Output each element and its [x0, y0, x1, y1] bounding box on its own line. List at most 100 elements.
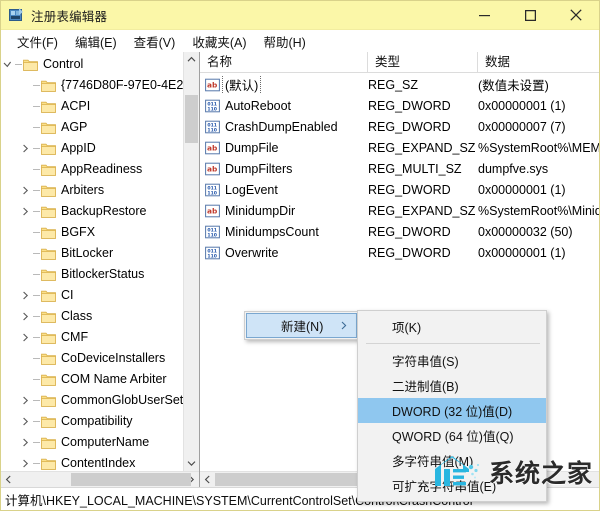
value-row[interactable]: 011 110 Overwrite REG_DWORD 0x00000001 (1): [200, 242, 599, 263]
value-row[interactable]: ab DumpFile REG_EXPAND_SZ %SystemRoot%\MEM: [200, 137, 599, 158]
value-data: dumpfve.sys: [478, 161, 549, 176]
tree-guide: [32, 369, 41, 390]
registry-tree-pane: Control {7746D80F-97E0-4E26- ACPI AGP AppID A…: [1, 52, 200, 487]
chevron-right-icon[interactable]: [19, 285, 32, 306]
value-row[interactable]: ab DumpFilters REG_MULTI_SZ dumpfve.sys: [200, 158, 599, 179]
value-name: MinidumpDir: [225, 203, 296, 218]
menu-file[interactable]: 文件(F): [9, 30, 67, 53]
close-button[interactable]: [553, 1, 599, 29]
tree-guide: [32, 285, 41, 306]
tree-vertical-scrollbar[interactable]: [183, 52, 199, 471]
tree-node[interactable]: {7746D80F-97E0-4E26-: [1, 75, 183, 96]
tree-node[interactable]: CI: [1, 285, 183, 306]
tree-node[interactable]: CMF: [1, 327, 183, 348]
context-menu[interactable]: 新建(N): [244, 311, 359, 340]
column-header-data[interactable]: 数据: [478, 52, 599, 72]
tree-guide: [32, 222, 41, 243]
menu-edit[interactable]: 编辑(E): [67, 30, 126, 53]
submenu-item[interactable]: 二进制值(B): [358, 373, 546, 398]
tree-node[interactable]: AppReadiness: [1, 159, 183, 180]
value-row[interactable]: 011 110 MinidumpsCount REG_DWORD 0x00000032 …: [200, 221, 599, 242]
tree-node-label: ComputerName: [61, 435, 150, 449]
chevron-down-icon[interactable]: [184, 456, 199, 471]
context-submenu-new[interactable]: 项(K) 字符串值(S) 二进制值(B) DWORD (32 位)值(D) QWORD …: [357, 310, 547, 502]
column-header-name[interactable]: 名称: [200, 52, 368, 72]
value-row[interactable]: ab MinidumpDir REG_EXPAND_SZ %SystemRoot%\M…: [200, 200, 599, 221]
chevron-right-icon[interactable]: [19, 432, 32, 453]
submenu-item[interactable]: DWORD (32 位)值(D): [358, 398, 546, 423]
chevron-right-icon[interactable]: [19, 138, 32, 159]
chevron-right-icon[interactable]: [19, 201, 32, 222]
tree-node-label: Arbiters: [61, 183, 105, 197]
dword-value-icon: 011 110: [205, 120, 220, 134]
tree-node[interactable]: ComputerName: [1, 432, 183, 453]
folder-icon: [41, 331, 56, 344]
submenu-separator: [366, 343, 540, 344]
chevron-right-icon[interactable]: [19, 180, 32, 201]
tree-node[interactable]: BackupRestore: [1, 201, 183, 222]
tree-node[interactable]: BitlockerStatus: [1, 264, 183, 285]
tree-hscroll-track[interactable]: [16, 472, 191, 487]
tree-node[interactable]: ACPI: [1, 96, 183, 117]
tree-node-label: AppID: [61, 141, 96, 155]
tree-scrollbar-track[interactable]: [184, 67, 199, 456]
chevron-right-icon[interactable]: [19, 390, 32, 411]
chevron-right-icon[interactable]: [19, 306, 32, 327]
tree-node[interactable]: BitLocker: [1, 243, 183, 264]
chevron-right-icon[interactable]: [19, 327, 32, 348]
menu-favorites[interactable]: 收藏夹(A): [184, 30, 255, 53]
menu-bar: 文件(F) 编辑(E) 查看(V) 收藏夹(A) 帮助(H): [1, 30, 599, 52]
tree-hscroll-thumb[interactable]: [71, 473, 191, 486]
tree-node-label: BitlockerStatus: [61, 267, 145, 281]
tree-node[interactable]: COM Name Arbiter: [1, 369, 183, 390]
value-row[interactable]: 011 110 AutoReboot REG_DWORD 0x00000001 (1): [200, 95, 599, 116]
value-row[interactable]: 011 110 LogEvent REG_DWORD 0x00000001 (1): [200, 179, 599, 200]
window-controls: [461, 1, 599, 29]
tree-node[interactable]: AppID: [1, 138, 183, 159]
value-type: REG_DWORD: [368, 98, 451, 113]
tree-node[interactable]: CoDeviceInstallers: [1, 348, 183, 369]
submenu-item[interactable]: 多字符串值(M): [358, 448, 546, 473]
tree-node-label: CoDeviceInstallers: [61, 351, 166, 365]
menu-view[interactable]: 查看(V): [126, 30, 185, 53]
tree-node-label: BackupRestore: [61, 204, 147, 218]
maximize-button[interactable]: [507, 1, 553, 29]
chevron-down-icon[interactable]: [1, 54, 14, 75]
minimize-button[interactable]: [461, 1, 507, 29]
tree-node[interactable]: CommonGlobUserSett: [1, 390, 183, 411]
tree-node-label: BGFX: [61, 225, 96, 239]
tree-node[interactable]: BGFX: [1, 222, 183, 243]
tree-node[interactable]: Class: [1, 306, 183, 327]
submenu-item[interactable]: 字符串值(S): [358, 348, 546, 373]
chevron-right-icon[interactable]: [19, 411, 32, 432]
tree-scrollbar-thumb[interactable]: [185, 95, 198, 143]
tree-node-label: ContentIndex: [61, 456, 136, 470]
tree-node[interactable]: ContentIndex: [1, 453, 183, 471]
menu-help[interactable]: 帮助(H): [255, 30, 314, 53]
value-name: AutoReboot: [225, 98, 292, 113]
registry-tree[interactable]: Control {7746D80F-97E0-4E26- ACPI AGP AppID A…: [1, 52, 183, 471]
submenu-item-label: 字符串值(S): [392, 355, 459, 369]
tree-node[interactable]: AGP: [1, 117, 183, 138]
submenu-item[interactable]: 项(K): [358, 314, 546, 339]
tree-guide: [32, 348, 41, 369]
tree-guide: [32, 327, 41, 348]
tree-node[interactable]: Control: [1, 54, 183, 75]
svg-text:110: 110: [207, 106, 217, 112]
context-menu-item-new[interactable]: 新建(N): [246, 313, 357, 338]
tree-node[interactable]: Arbiters: [1, 180, 183, 201]
submenu-item[interactable]: 可扩充字符串值(E): [358, 473, 546, 498]
value-name: Overwrite: [225, 245, 279, 260]
column-header-type[interactable]: 类型: [368, 52, 478, 72]
chevron-left-icon[interactable]: [1, 472, 16, 487]
tree-node[interactable]: Compatibility: [1, 411, 183, 432]
chevron-right-icon[interactable]: [19, 453, 32, 471]
value-row[interactable]: 011 110 CrashDumpEnabled REG_DWORD 0x0000000…: [200, 116, 599, 137]
tree-horizontal-scrollbar[interactable]: [1, 471, 199, 487]
value-row[interactable]: ab (默认) REG_SZ (数值未设置): [200, 74, 599, 95]
folder-icon: [41, 184, 56, 197]
submenu-item[interactable]: QWORD (64 位)值(Q): [358, 423, 546, 448]
chevron-up-icon[interactable]: [184, 52, 199, 67]
values-chevron-left-icon[interactable]: [200, 472, 215, 487]
